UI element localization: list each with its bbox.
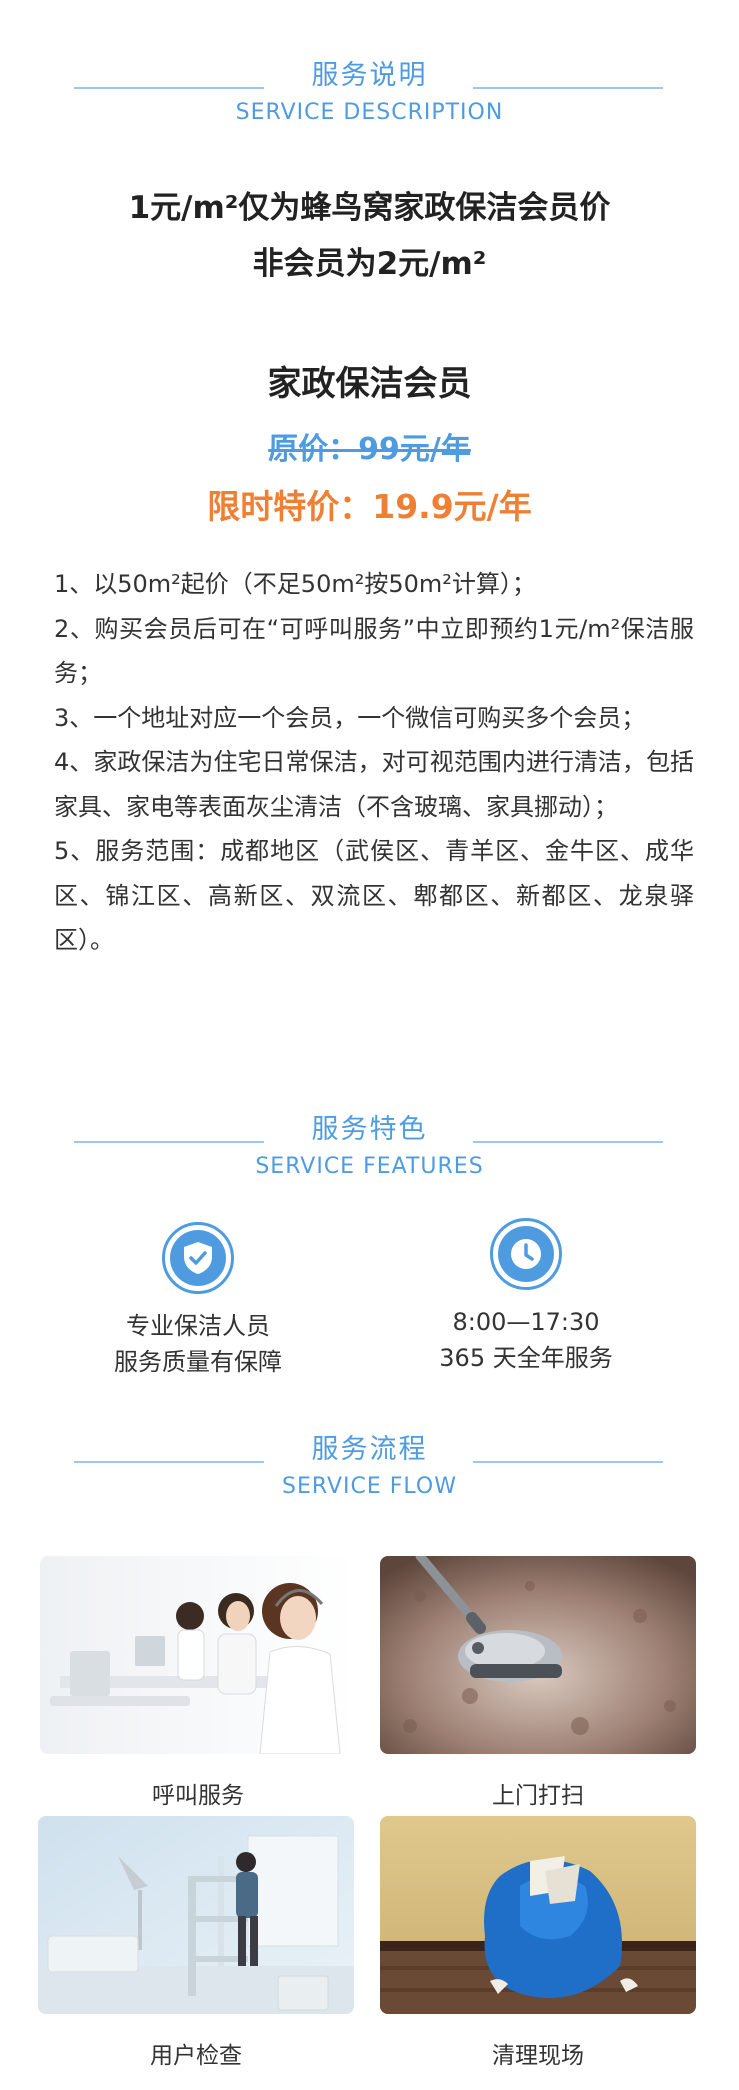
terms-item: 5、服务范围：成都地区（武侯区、青羊区、金牛区、成华区、锦江区、高新区、双流区、… [54,837,694,954]
flow-step-tidy: 清理现场 [380,1816,696,2070]
terms-item: 3、一个地址对应一个会员，一个微信可购买多个会员； [54,703,646,732]
flow-step-label: 用户检查 [150,2043,242,2069]
section-header-description: 服务说明 SERVICE DESCRIPTION [0,58,739,128]
feature-quality: 专业保洁人员 服务质量有保障 [48,1222,348,1380]
section-subtitle: SERVICE FEATURES [255,1154,484,1179]
divider-line [473,87,663,89]
divider-line [74,1141,264,1143]
divider-line [74,1461,264,1463]
terms-item: 2、购买会员后可在“可呼叫服务”中立即预约1元/m²保洁服务； [54,614,694,688]
special-price: 限时特价：19.9元/年 [207,487,532,526]
room-check-photo [38,1816,354,2014]
divider-line [74,87,264,89]
terms-item: 4、家政保洁为住宅日常保洁，对可视范围内进行清洁，包括家具、家电等表面灰尘清洁（… [54,748,694,821]
clock-icon [490,1218,562,1290]
section-subtitle: SERVICE FLOW [282,1474,457,1499]
flow-step-label: 呼叫服务 [152,1783,244,1809]
divider-line [473,1141,663,1143]
price-headline: 1元/m²仅为蜂鸟窝家政保洁会员价 非会员为2元/m² [0,180,739,292]
feature-line-2: 365 天全年服务 [439,1344,613,1372]
flow-step-label: 清理现场 [492,2043,584,2069]
section-header-flow: 服务流程 SERVICE FLOW [0,1432,739,1502]
headline-line-1: 1元/m²仅为蜂鸟窝家政保洁会员价 [128,190,611,226]
terms-list: 1、以50m²起价（不足50m²按50m²计算）； 2、购买会员后可在“可呼叫服… [54,562,694,963]
section-subtitle: SERVICE DESCRIPTION [235,100,504,125]
headline-line-2: 非会员为2元/m² [252,246,487,282]
terms-item: 1、以50m²起价（不足50m²按50m²计算）； [54,570,536,598]
divider-line [473,1461,663,1463]
section-header-features: 服务特色 SERVICE FEATURES [0,1112,739,1182]
feature-line-2: 服务质量有保障 [114,1348,282,1376]
original-price: 原价：99元/年 [268,432,471,467]
call-center-photo [40,1556,356,1754]
flow-step-call: 呼叫服务 [40,1556,356,1810]
vacuum-photo [380,1556,696,1754]
feature-line-1: 8:00—17:30 [452,1308,600,1336]
flow-step-clean: 上门打扫 [380,1556,696,1810]
feature-line-1: 专业保洁人员 [126,1312,270,1340]
feature-hours: 8:00—17:30 365 天全年服务 [376,1218,676,1376]
flow-step-label: 上门打扫 [492,1783,584,1809]
membership-title: 家政保洁会员 [267,364,472,404]
flow-step-check: 用户检查 [38,1816,354,2070]
trash-bag-photo [380,1816,696,2014]
shield-check-icon [162,1222,234,1294]
